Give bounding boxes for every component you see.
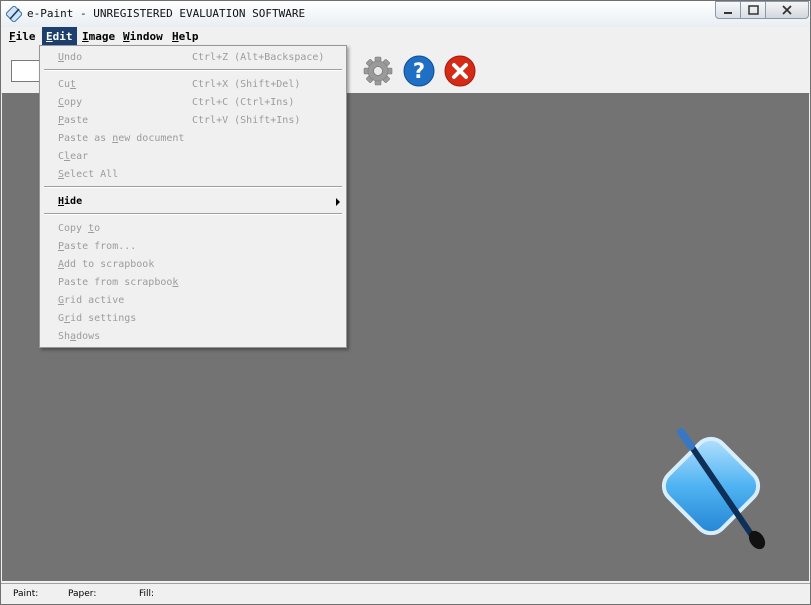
menu-item-paste-as-new-document[interactable]: Paste as new document — [40, 130, 346, 148]
menu-file[interactable]: File — [5, 27, 40, 47]
app-logo-icon — [6, 6, 22, 22]
window-close-button[interactable] — [765, 1, 809, 19]
help-icon[interactable]: ? — [403, 55, 435, 87]
minimize-button[interactable] — [715, 1, 741, 19]
color-swatch-box[interactable] — [11, 60, 41, 82]
menu-item-hide[interactable]: Hide — [40, 193, 346, 211]
shortcut-undo: Ctrl+Z (Alt+Backspace) — [192, 52, 325, 63]
status-paper: Paper: — [68, 589, 97, 599]
status-paint: Paint: — [13, 589, 39, 599]
shortcut-cut: Ctrl+X (Shift+Del) — [192, 79, 301, 90]
menu-item-copy[interactable]: Copy Ctrl+C (Ctrl+Ins) — [40, 94, 346, 112]
svg-text:?: ? — [413, 59, 425, 83]
close-icon[interactable] — [444, 55, 476, 87]
menu-image[interactable]: Image — [78, 27, 119, 47]
menu-bar: File Edit Image Window Help — [1, 27, 810, 47]
menu-item-cut[interactable]: Cut Ctrl+X (Shift+Del) — [40, 76, 346, 94]
menu-item-paste-from-scrapbook[interactable]: Paste from scrapbook — [40, 274, 346, 292]
minimize-icon — [724, 12, 732, 14]
submenu-arrow-icon — [336, 198, 340, 206]
menu-separator — [44, 69, 342, 71]
close-x-icon — [782, 5, 792, 15]
menu-item-grid-settings[interactable]: Grid settings — [40, 310, 346, 328]
menu-item-undo[interactable]: Undo Ctrl+Z (Alt+Backspace) — [40, 49, 346, 67]
menu-item-copy-to[interactable]: Copy to — [40, 220, 346, 238]
menu-item-select-all[interactable]: Select All — [40, 166, 346, 184]
epaint-logo-icon — [661, 428, 766, 550]
maximize-icon — [748, 5, 759, 15]
menu-edit[interactable]: Edit — [42, 27, 77, 47]
window-title: e-Paint - UNREGISTERED EVALUATION SOFTWA… — [27, 7, 306, 20]
menu-item-grid-active[interactable]: Grid active — [40, 292, 346, 310]
status-bar: Paint: Paper: Fill: — [1, 583, 810, 604]
menu-help[interactable]: Help — [168, 27, 203, 47]
edit-dropdown-menu: Undo Ctrl+Z (Alt+Backspace) Cut Ctrl+X (… — [39, 45, 347, 348]
title-bar[interactable]: e-Paint - UNREGISTERED EVALUATION SOFTWA… — [1, 1, 810, 27]
gear-icon[interactable] — [362, 55, 394, 87]
shortcut-paste: Ctrl+V (Shift+Ins) — [192, 115, 301, 126]
menu-window[interactable]: Window — [119, 27, 167, 47]
menu-item-add-to-scrapbook[interactable]: Add to scrapbook — [40, 256, 346, 274]
menu-separator — [44, 186, 342, 188]
menu-item-paste-from[interactable]: Paste from... — [40, 238, 346, 256]
menu-separator — [44, 213, 342, 215]
menu-item-paste[interactable]: Paste Ctrl+V (Shift+Ins) — [40, 112, 346, 130]
maximize-button[interactable] — [740, 1, 766, 19]
menu-item-shadows[interactable]: Shadows — [40, 328, 346, 346]
shortcut-copy: Ctrl+C (Ctrl+Ins) — [192, 97, 295, 108]
status-fill: Fill: — [139, 589, 155, 599]
menu-item-clear[interactable]: Clear — [40, 148, 346, 166]
